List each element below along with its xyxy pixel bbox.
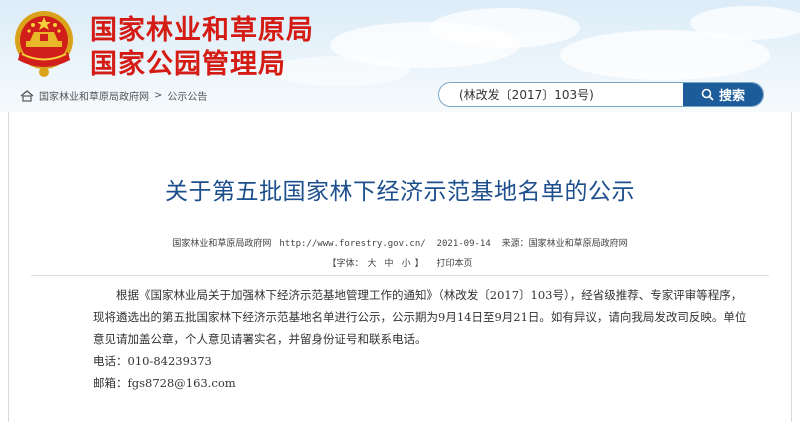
contact-email: 邮箱：fgs8728@163.com <box>93 376 236 390</box>
site-name-line2: 国家公园管理局 <box>90 49 286 80</box>
article-source: 国家林业和草原局政府网 <box>172 239 272 249</box>
site-name: 国家林业和草原局 国家公园管理局 <box>90 14 314 82</box>
breadcrumb: 国家林业和草原局政府网 > 公示公告 <box>20 88 207 103</box>
divider <box>31 275 769 276</box>
search-input[interactable] <box>439 83 683 106</box>
breadcrumb-separator: > <box>154 90 163 101</box>
font-size-suffix: 】 <box>414 259 424 269</box>
search-button[interactable]: 搜索 <box>683 83 763 106</box>
search-button-label: 搜索 <box>718 89 745 104</box>
font-size-small-button[interactable]: 小 <box>402 259 411 269</box>
site-name-line1: 国家林业和草原局 <box>90 15 314 46</box>
home-icon <box>20 89 34 102</box>
site-header: 国家林业和草原局 国家公园管理局 国家林业和草原局政府网 > 公示公告 搜索 <box>0 0 800 112</box>
search-bar: 搜索 <box>438 82 764 107</box>
national-emblem-icon <box>15 11 73 77</box>
article-container: 关于第五批国家林下经济示范基地名单的公示 国家林业和草原局政府网 http://w… <box>8 112 792 422</box>
cloud-decoration <box>690 6 800 40</box>
article-origin: 来源：国家林业和草原局政府网 <box>501 239 628 249</box>
cloud-decoration <box>430 8 580 48</box>
font-size-prefix: 【字体： <box>327 259 364 269</box>
article-tools: 【字体： 大中小】 打印本页 <box>9 256 791 269</box>
font-size-medium-button[interactable]: 中 <box>385 259 394 269</box>
contact-phone: 电话：010-84239373 <box>93 354 212 368</box>
article-meta: 国家林业和草原局政府网 http://www.forestry.gov.cn/ 2… <box>9 236 791 249</box>
article-url[interactable]: http://www.forestry.gov.cn/ <box>279 239 425 249</box>
search-icon <box>701 88 714 101</box>
article-body: 根据《国家林业局关于加强林下经济示范基地管理工作的通知》（林改发〔2017〕10… <box>93 284 751 394</box>
print-button[interactable]: 打印本页 <box>436 259 472 269</box>
article-date: 2021-09-14 <box>436 239 491 249</box>
breadcrumb-home-link[interactable]: 国家林业和草原局政府网 <box>39 88 149 103</box>
article-title: 关于第五批国家林下经济示范基地名单的公示 <box>165 179 635 205</box>
article-paragraph: 根据《国家林业局关于加强林下经济示范基地管理工作的通知》（林改发〔2017〕10… <box>93 288 747 346</box>
breadcrumb-current[interactable]: 公示公告 <box>167 88 207 103</box>
font-size-large-button[interactable]: 大 <box>368 259 377 269</box>
